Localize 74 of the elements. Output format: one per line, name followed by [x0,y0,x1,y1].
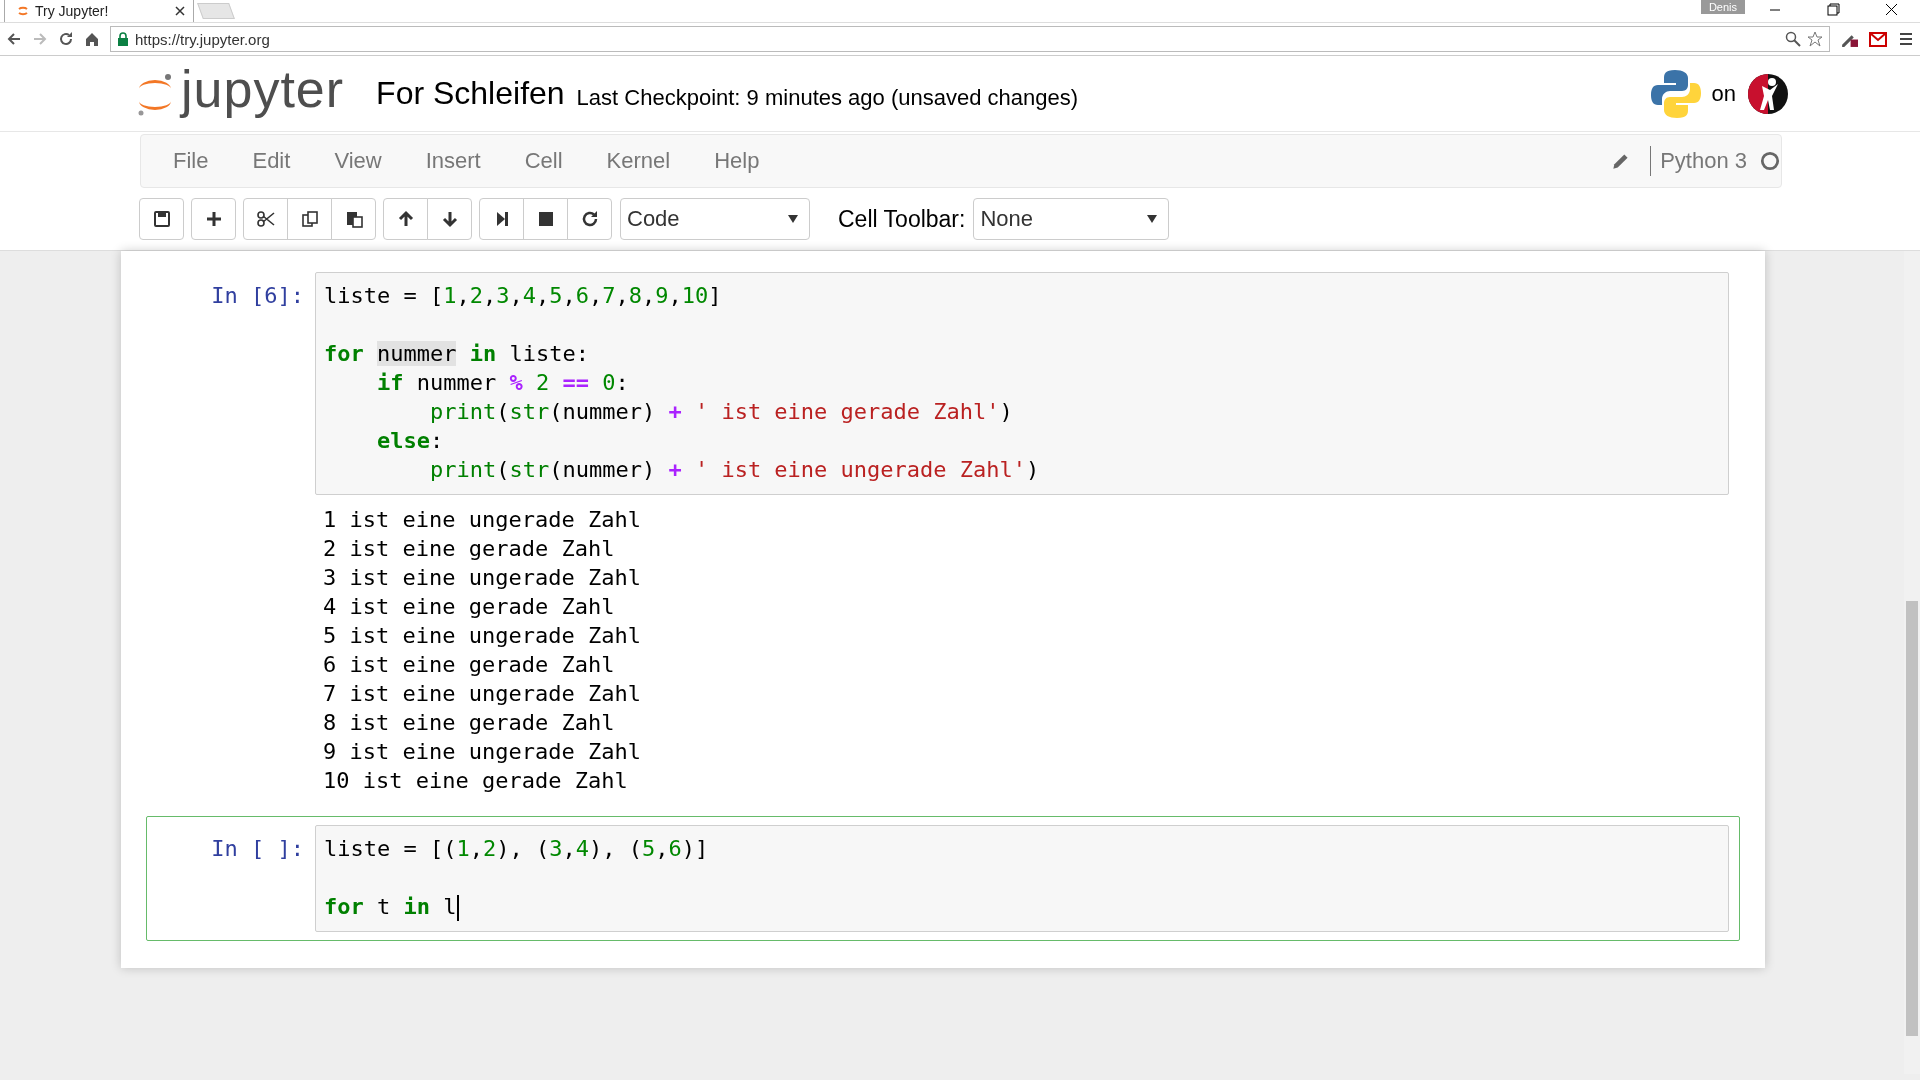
caret-icon [1146,214,1159,224]
user-badge: Denis [1700,0,1745,14]
restart-button[interactable] [567,198,612,240]
kernel-idle-icon [1759,150,1781,172]
menu-item[interactable]: Cell [502,135,585,187]
output-line: 9 ist eine ungerade Zahl [323,738,641,766]
code-input[interactable]: liste = [(1,2), (3,4), (5,6)] for t in l [315,825,1729,932]
close-icon [175,6,185,16]
code-line: else: [375,427,444,455]
save-button[interactable] [139,198,184,240]
back-icon [6,31,22,47]
notebook-cell[interactable]: In [ ]: liste = [(1,2), (3,4), (5,6)] for t in l [146,816,1740,941]
menu-item[interactable]: Kernel [584,135,693,187]
plus-button[interactable] [191,198,236,240]
output-line: 2 ist eine gerade Zahl [323,535,615,563]
step-forward-button[interactable] [479,198,524,240]
copy-icon [299,209,320,229]
lock-icon [117,32,129,46]
output-line: 1 ist eine ungerade Zahl [323,506,641,534]
kernel-name: Python 3 [1650,146,1747,176]
stop-button[interactable] [523,198,568,240]
output-line: 7 ist eine ungerade Zahl [323,680,641,708]
input-prompt: In [ ]: [210,835,305,863]
menu-item[interactable]: Edit [230,135,313,187]
cell-type-dropdown[interactable]: Code [620,198,810,240]
python-logo-icon [1649,67,1702,120]
output-line: 3 ist eine ungerade Zahl [323,564,641,592]
code-line: liste = [(1,2), (3,4), (5,6)] [324,835,709,863]
notebook-name[interactable]: For Schleifen [376,75,565,112]
browser-tab[interactable]: Try Jupyter! [4,0,194,22]
arrow-down-button[interactable] [427,198,472,240]
code-line: for t in l [324,893,459,921]
scroll-thumb[interactable] [1906,601,1918,1036]
figure-logo-icon [1746,71,1790,116]
menu-item[interactable]: Insert [403,135,503,187]
spinner-icon [17,5,29,17]
home-icon [84,31,100,47]
output-line: 5 ist eine ungerade Zahl [323,622,641,650]
text-cursor [456,895,459,921]
code-line: print(str(nummer) + ' ist eine gerade Zahl') [428,398,1013,426]
cell-toolbar-label: Cell Toolbar: [838,205,966,233]
address-field[interactable]: https://try.jupyter.org [110,26,1830,52]
output-line: 4 ist eine gerade Zahl [323,593,615,621]
menu-item[interactable]: File [151,135,231,187]
logo-text: jupyter [181,58,345,119]
arrow-up-button[interactable] [383,198,428,240]
zoom-icon [1785,31,1801,47]
menu-item[interactable]: Help [692,135,782,187]
save-icon [151,209,172,229]
output-line: 10 ist eine gerade Zahl [323,767,628,795]
mail-icon [1868,29,1888,49]
code-line: liste = [1,2,3,4,5,6,7,8,9,10] [324,282,722,310]
paste-button[interactable] [331,198,376,240]
output-line: 6 ist eine gerade Zahl [323,651,615,679]
menu-item[interactable]: View [312,135,404,187]
star-icon [1807,31,1823,47]
url-text: https://try.jupyter.org [135,30,271,48]
scissors-button[interactable] [243,198,288,240]
forward-icon [32,31,48,47]
scissors-icon [255,209,276,229]
output-line: 8 ist eine gerade Zahl [323,709,615,737]
code-line: for nummer in liste: [324,340,589,368]
input-prompt: In [6]: [210,282,305,310]
checkpoint-status: Last Checkpoint: 9 minutes ago (unsaved changes) [576,84,1079,111]
on-label: on [1711,80,1736,107]
cell-toolbar-dropdown[interactable]: None [973,198,1170,240]
code-input[interactable]: liste = [1,2,3,4,5,6,7,8,9,10] for nummer in liste: if nummer % 2 == 0: print(str(nummer) + ' ist eine gerade Zahl') else: print(str(nummer) + ' ist eine ungerade Zahl') [315,272,1729,495]
code-line: if nummer % 2 == 0: [375,369,629,397]
code-line: print(str(nummer) + ' ist eine ungerade Zahl') [428,456,1040,484]
reload-icon [58,31,74,47]
copy-button[interactable] [287,198,332,240]
caret-icon [787,214,799,224]
tab-title: Try Jupyter! [35,3,110,19]
menu-icon [1898,31,1914,47]
